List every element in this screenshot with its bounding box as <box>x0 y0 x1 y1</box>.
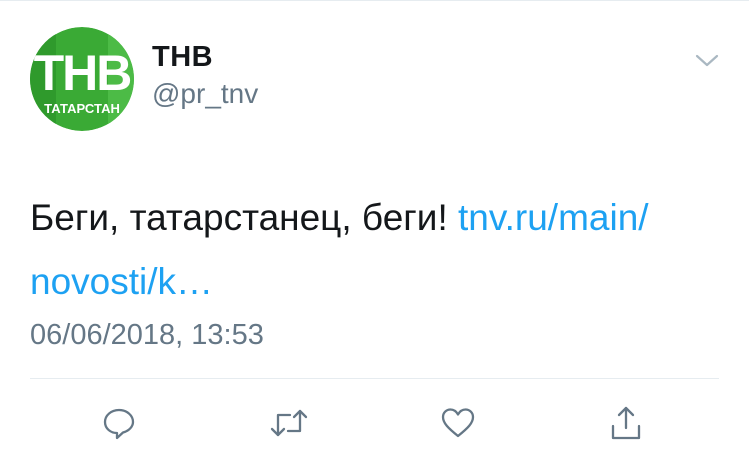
logo-text: ТНВ <box>34 45 131 101</box>
logo-subtext: ТАТАРСТАН <box>44 101 120 116</box>
retweet-icon <box>270 409 308 437</box>
tweet-text: Беги, татарстанец, беги! tnv.ru/main/nov… <box>30 186 730 314</box>
retweet-button[interactable] <box>267 401 311 445</box>
reply-icon <box>103 408 135 440</box>
tweet-body: Беги, татарстанец, беги! <box>30 197 459 238</box>
tweet-timestamp[interactable]: 06/06/2018, 13:53 <box>30 319 264 352</box>
chevron-down-icon[interactable] <box>692 49 722 71</box>
share-button[interactable] <box>604 401 648 445</box>
like-button[interactable] <box>436 401 480 445</box>
action-bar <box>0 401 749 445</box>
reply-button[interactable] <box>97 401 141 445</box>
tnv-logo-icon: ТНВ ТАТАРСТАН <box>30 27 134 131</box>
author-handle[interactable]: @pr_tnv <box>152 78 258 110</box>
heart-icon <box>441 408 475 438</box>
avatar[interactable]: ТНВ ТАТАРСТАН <box>30 27 134 131</box>
divider <box>30 378 719 379</box>
share-icon <box>611 406 641 440</box>
tweet-card: ТНВ ТАТАРСТАН ТНВ @pr_tnv Беги, татарста… <box>0 0 749 461</box>
author-name[interactable]: ТНВ <box>152 41 213 74</box>
